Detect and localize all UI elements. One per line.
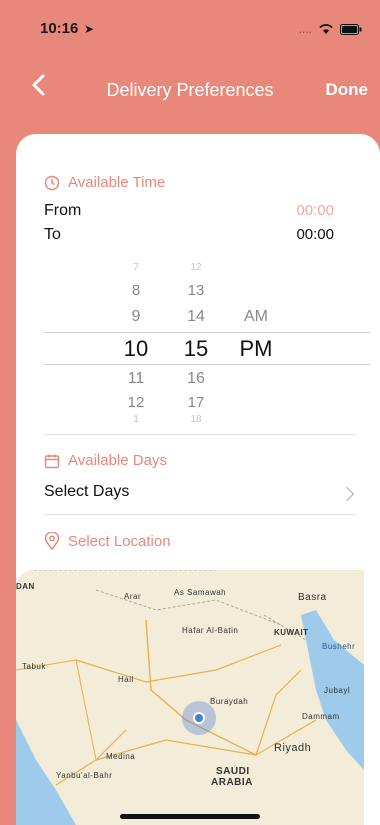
picker-minute-item: 17 [187, 394, 205, 411]
minute-column[interactable]: 12 13 14 15 16 17 18 [176, 262, 216, 438]
map-label: Medina [106, 752, 136, 761]
divider [44, 434, 356, 435]
select-days-row[interactable]: Select Days [44, 483, 129, 501]
picker-hour-item: 9 [131, 308, 141, 325]
picker-minute-item: 13 [187, 282, 205, 299]
navigation-bar: Delivery Preferences Done [0, 64, 380, 114]
from-label: From [44, 202, 82, 219]
map-label: As Samawah [174, 588, 227, 597]
to-time-value[interactable]: 00:00 [296, 226, 334, 243]
map-label: KUWAIT [274, 628, 309, 637]
picker-minute-item: 12 [190, 262, 202, 273]
wifi-icon [319, 24, 333, 34]
picker-minute-item: 18 [190, 414, 202, 425]
period-column[interactable]: AM PM [236, 262, 276, 438]
picker-selection-line [44, 364, 370, 365]
available-days-header: Available Days [44, 452, 167, 469]
picker-period-selected: PM [239, 336, 273, 361]
map-label: Hafar Al-Batin [182, 626, 239, 635]
available-days-title: Available Days [68, 452, 167, 469]
battery-icon [340, 23, 362, 35]
hour-column[interactable]: 7 8 9 10 11 12 1 [116, 262, 156, 438]
picker-hour-item: 12 [127, 394, 145, 411]
clock-icon [44, 175, 60, 190]
available-time-header: Available Time [44, 174, 165, 191]
home-indicator [120, 814, 260, 819]
map-label: Buraydah [210, 697, 249, 706]
signal-dots: .... [298, 22, 312, 36]
map-label: Hail [118, 675, 134, 684]
picker-hour-item: 11 [127, 370, 145, 387]
picker-hour-item: 8 [131, 282, 141, 299]
map-label: ARABIA [211, 777, 253, 788]
map-label: Yanbu'al-Bahr [56, 771, 113, 780]
picker-minute-item: 16 [187, 370, 205, 387]
map-label: Jubayl [324, 686, 351, 695]
location-arrow-icon: ➤ [84, 22, 95, 36]
time-picker[interactable]: 7 8 9 10 11 12 1 12 13 14 15 16 17 18 AM… [16, 262, 380, 438]
page-title: Delivery Preferences [106, 80, 274, 100]
picker-hour-item: 7 [133, 262, 139, 273]
picker-minute-item: 14 [187, 308, 205, 325]
select-location-title: Select Location [68, 532, 171, 550]
map-background [16, 570, 364, 825]
chevron-right-icon[interactable] [339, 486, 355, 502]
status-time: 10:16 [40, 20, 79, 37]
picker-hour-selected: 10 [123, 336, 149, 361]
map-label: Tabuk [22, 662, 46, 671]
from-time-value[interactable]: 00:00 [296, 202, 334, 219]
divider [44, 514, 356, 515]
map-label: Arar [124, 592, 142, 601]
picker-minute-selected: 15 [183, 336, 209, 361]
map-label: Basra [298, 592, 327, 603]
map-view[interactable]: DAN Arar As Samawah Basra KUWAIT Bushehr… [16, 570, 364, 825]
map-label: SAUDI [216, 766, 250, 777]
calendar-icon [44, 454, 60, 468]
map-label: Dammam [302, 712, 340, 721]
available-time-title: Available Time [68, 174, 166, 191]
select-location-header[interactable]: Select Location [44, 532, 171, 550]
map-label: Bushehr [322, 642, 356, 651]
status-bar: 10:16 ➤ .... [0, 0, 380, 60]
location-pin-icon [44, 532, 60, 550]
map-label: DAN [16, 582, 35, 591]
map-label: Riyadh [274, 742, 312, 754]
done-button[interactable]: Done [326, 80, 369, 100]
picker-selection-line [44, 332, 370, 333]
picker-period-item: AM [244, 308, 268, 325]
picker-hour-item: 1 [133, 414, 139, 425]
to-label: To [44, 226, 61, 243]
